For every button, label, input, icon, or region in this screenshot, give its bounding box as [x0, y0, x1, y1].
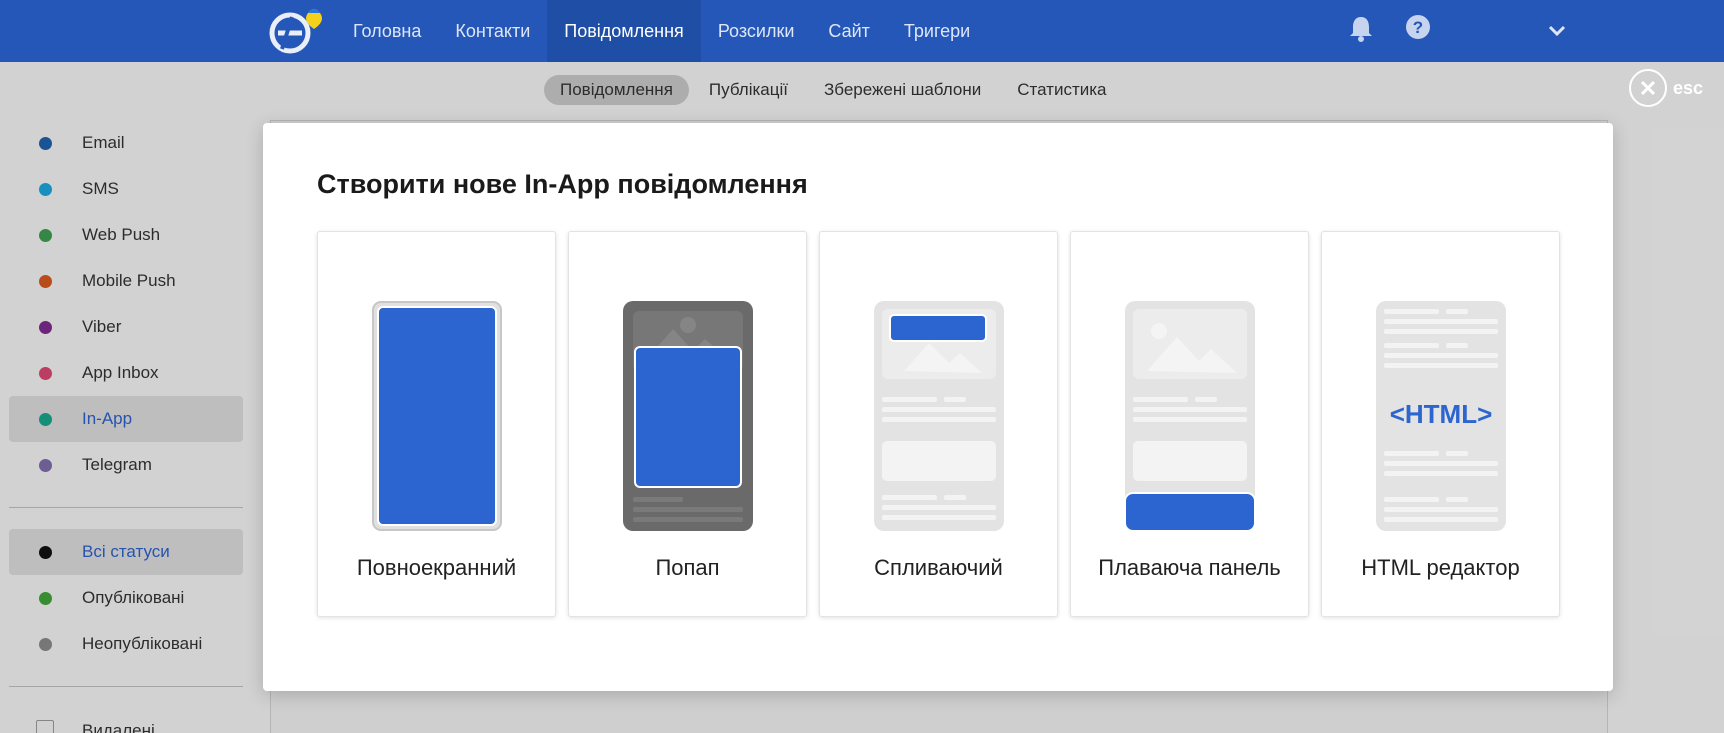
- channel-dot: [39, 183, 52, 196]
- channel-dot: [39, 367, 52, 380]
- sidebar-item-label: App Inbox: [82, 363, 159, 382]
- channel-dot: [39, 229, 52, 242]
- sidebar-item-label: Неопубліковані: [82, 634, 203, 653]
- sidebar-item-label: Web Push: [82, 225, 161, 244]
- card-label: Попап: [655, 555, 720, 580]
- subnav-messages[interactable]: Повідомлення: [544, 75, 689, 105]
- sidebar-item-label: Telegram: [82, 455, 152, 474]
- card-label: Спливаючий: [874, 555, 1003, 580]
- html-editor-phone-icon: <HTML>: [1376, 301, 1506, 531]
- sidebar-item-label: In-App: [82, 409, 133, 428]
- subnav-statistics[interactable]: Статистика: [1001, 75, 1122, 105]
- channel-dot: [39, 321, 52, 334]
- sidebar-item-mobile-push[interactable]: Mobile Push: [9, 258, 243, 304]
- top-navbar: Головна Контакти Повідомлення Розсилки С…: [0, 0, 1724, 62]
- html-badge: <HTML>: [1390, 399, 1493, 429]
- sidebar-item-label: SMS: [82, 179, 119, 198]
- subnav-saved-templates[interactable]: Збережені шаблони: [808, 75, 997, 105]
- card-html-editor[interactable]: <HTML> HTML редактор: [1321, 231, 1560, 617]
- sidebar-item-in-app[interactable]: In-App: [9, 396, 243, 442]
- sidebar-item-email[interactable]: Email: [9, 120, 243, 166]
- sub-nav: Повідомлення Публікації Збережені шаблон…: [544, 75, 1123, 105]
- modal-title: Створити нове In-App повідомлення: [317, 169, 808, 199]
- create-in-app-modal: Створити нове In-App повідомлення Повное…: [263, 123, 1613, 691]
- deleted-checkbox[interactable]: [36, 720, 54, 733]
- subnav-publications[interactable]: Публікації: [693, 75, 804, 105]
- sidebar-item-sms[interactable]: SMS: [9, 166, 243, 212]
- status-dot: [39, 638, 52, 651]
- sidebar-item-label: Видалені: [82, 721, 155, 733]
- close-label: esc: [1673, 77, 1704, 98]
- nav-triggers[interactable]: Тригери: [887, 0, 987, 62]
- sidebar-item-label: Mobile Push: [82, 271, 176, 290]
- channel-dot: [39, 275, 52, 288]
- floating-panel-phone-icon: [1125, 301, 1255, 531]
- nav-site[interactable]: Сайт: [811, 0, 887, 62]
- nav-contacts[interactable]: Контакти: [438, 0, 547, 62]
- sidebar-divider: [9, 686, 243, 687]
- close-icon: [1629, 69, 1667, 107]
- card-fullscreen[interactable]: Повноекранний: [317, 231, 556, 617]
- sidebar-item-label: Email: [82, 133, 125, 152]
- sidebar-item-app-inbox[interactable]: App Inbox: [9, 350, 243, 396]
- sidebar-item-deleted[interactable]: Видалені: [9, 708, 243, 733]
- slide-in-phone-icon: [874, 301, 1004, 531]
- sidebar-item-unpublished[interactable]: Неопубліковані: [9, 621, 243, 667]
- nav-messages[interactable]: Повідомлення: [547, 0, 701, 62]
- card-floating-panel[interactable]: Плаваюча панель: [1070, 231, 1309, 617]
- popup-phone-icon: [623, 301, 753, 531]
- card-label: HTML редактор: [1361, 555, 1520, 580]
- sidebar-item-label: Опубліковані: [82, 588, 185, 607]
- sidebar-item-all-statuses[interactable]: Всі статуси: [9, 529, 243, 575]
- channel-dot: [39, 413, 52, 426]
- sidebar-item-label: Всі статуси: [82, 542, 170, 561]
- chevron-down-icon[interactable]: [1546, 20, 1568, 42]
- main-nav: Головна Контакти Повідомлення Розсилки С…: [336, 0, 987, 62]
- card-popup[interactable]: Попап: [568, 231, 807, 617]
- help-icon[interactable]: ?: [1405, 14, 1431, 40]
- template-cards: Повноекранний Попап Спливаючий Плаваюча …: [317, 231, 1560, 617]
- nav-mailings[interactable]: Розсилки: [701, 0, 812, 62]
- svg-text:?: ?: [1413, 18, 1423, 37]
- logo-e-icon[interactable]: [268, 5, 328, 55]
- sidebar-item-web-push[interactable]: Web Push: [9, 212, 243, 258]
- card-label: Плаваюча панель: [1098, 555, 1281, 580]
- sidebar-item-telegram[interactable]: Telegram: [9, 442, 243, 488]
- sidebar-item-published[interactable]: Опубліковані: [9, 575, 243, 621]
- channel-dot: [39, 459, 52, 472]
- nav-home[interactable]: Головна: [336, 0, 438, 62]
- fullscreen-phone-icon: [372, 301, 502, 531]
- sidebar-item-viber[interactable]: Viber: [9, 304, 243, 350]
- bell-icon[interactable]: [1348, 14, 1374, 42]
- close-button[interactable]: esc: [1629, 69, 1703, 107]
- status-dot: [39, 592, 52, 605]
- channel-dot: [39, 137, 52, 150]
- status-dot: [39, 546, 52, 559]
- card-slide-in[interactable]: Спливаючий: [819, 231, 1058, 617]
- sidebar: Email SMS Web Push Mobile Push Viber App…: [9, 120, 243, 733]
- sidebar-divider: [9, 507, 243, 508]
- sidebar-item-label: Viber: [82, 317, 122, 336]
- card-label: Повноекранний: [356, 555, 517, 580]
